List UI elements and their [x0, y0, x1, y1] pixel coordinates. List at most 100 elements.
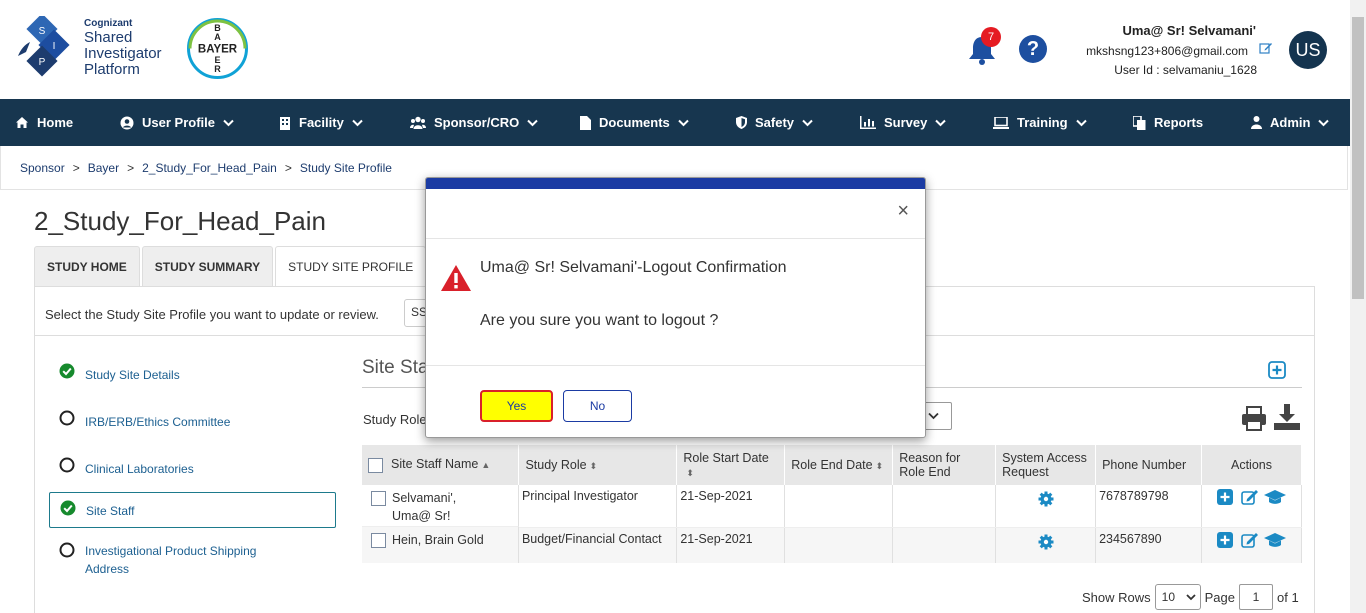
sort-icon: ⬍ [686, 467, 694, 478]
profile-sections-nav: Study Site Details IRB/ERB/Ethics Commit… [49, 351, 336, 596]
chevron-down-icon [352, 119, 363, 127]
page-title: 2_Study_For_Head_Pain [34, 206, 326, 236]
gear-icon[interactable] [1038, 491, 1054, 507]
rows-per-page-select[interactable]: 10 [1154, 584, 1201, 610]
nav-admin[interactable]: Admin [1251, 99, 1330, 146]
column-header-actions: Actions [1201, 445, 1302, 485]
cell-phone: 7678789798 [1095, 485, 1203, 528]
breadcrumb-sponsor[interactable]: Sponsor [20, 161, 65, 175]
sort-icon: ⬍ [875, 460, 884, 471]
edit-profile-icon[interactable] [1259, 41, 1273, 55]
row-checkbox[interactable] [371, 491, 386, 506]
sidebar-item-site-staff[interactable]: Site Staff [49, 492, 336, 528]
cell-access [995, 527, 1097, 563]
breadcrumb-separator: > [284, 160, 292, 175]
empty-circle-icon [59, 457, 75, 473]
nav-sponsor-cro[interactable]: Sponsor/CRO [410, 99, 538, 146]
sidebar-item-label: Site Staff [86, 504, 135, 518]
cell-role: Principal Investigator [518, 485, 678, 528]
user-id: User Id : selvamaniu_1628 [1114, 63, 1257, 77]
cell-name: Selvamani', Uma@ Sr! [362, 485, 519, 527]
breadcrumb-current: Study Site Profile [299, 160, 392, 175]
home-icon [15, 116, 29, 129]
site-staff-table: Site Staff Name ▲ Study Role ⬍ Role Start … [362, 445, 1302, 563]
platform-line-1: Shared [84, 29, 133, 46]
cell-role: Budget/Financial Contact [518, 527, 678, 563]
select-all-checkbox[interactable] [368, 457, 383, 473]
page-scrollbar[interactable] [1350, 0, 1366, 613]
nav-safety[interactable]: Safety [736, 99, 813, 146]
edit-icon[interactable] [1240, 489, 1259, 505]
column-header-access: System Access Request [995, 445, 1097, 485]
gear-icon[interactable] [1038, 534, 1054, 550]
svg-text:A: A [214, 32, 221, 42]
tab-study-home[interactable]: STUDY HOME [34, 246, 140, 287]
check-circle-icon [60, 500, 76, 516]
nav-label: Survey [884, 115, 928, 130]
copy-icon [1133, 115, 1146, 130]
dialog-title: Uma@ Sr! Selvamani'-Logout Confirmation [480, 259, 787, 276]
platform-name: Cognizant Shared Investigator Platform [84, 18, 162, 78]
bayer-text: BAYER [198, 44, 238, 56]
logout-confirmation-dialog: × Uma@ Sr! Selvamani'-Logout Confirmatio… [425, 177, 926, 438]
row-checkbox[interactable] [371, 533, 386, 548]
column-header-start[interactable]: Role Start Date ⬍ [676, 445, 786, 485]
avatar[interactable]: US [1289, 31, 1327, 69]
platform-line-2: Investigator [84, 45, 162, 62]
cell-name: Hein, Brain Gold [362, 527, 519, 563]
add-staff-icon[interactable] [1268, 361, 1286, 379]
breadcrumb-separator: > [127, 160, 135, 175]
nav-reports[interactable]: Reports [1133, 99, 1203, 146]
page-number-input[interactable]: 1 [1239, 584, 1274, 610]
user-icon [1251, 116, 1262, 129]
sidebar-item-study-site-details[interactable]: Study Site Details [49, 351, 336, 398]
sidebar-item-shipping-address[interactable]: Investigational Product Shipping Address [49, 538, 336, 596]
column-header-end[interactable]: Role End Date ⬍ [784, 445, 894, 485]
tab-study-summary[interactable]: STUDY SUMMARY [141, 246, 274, 287]
breadcrumb-study[interactable]: 2_Study_For_Head_Pain [142, 161, 277, 175]
sidebar-item-clinical-labs[interactable]: Clinical Laboratories [49, 445, 336, 492]
chevron-down-icon [935, 119, 947, 127]
cell-phone: 234567890 [1095, 527, 1203, 563]
edit-icon[interactable] [1240, 532, 1259, 548]
nav-label: Reports [1154, 115, 1204, 130]
sidebar-item-irb[interactable]: IRB/ERB/Ethics Committee [49, 398, 336, 445]
chevron-down-icon [1186, 593, 1196, 600]
sort-asc-icon: ▲ [481, 460, 491, 471]
breadcrumb-separator: > [72, 160, 80, 175]
column-header-role[interactable]: Study Role ⬍ [518, 445, 678, 485]
no-button[interactable]: No [563, 390, 632, 422]
divider [426, 238, 925, 239]
graduation-cap-icon[interactable] [1263, 489, 1286, 505]
tab-study-site-profile[interactable]: STUDY SITE PROFILE [275, 246, 427, 287]
laptop-icon [993, 116, 1009, 129]
help-icon[interactable]: ? [1019, 35, 1047, 63]
nav-user-profile[interactable]: User Profile [120, 99, 234, 146]
nav-survey[interactable]: Survey [860, 99, 947, 146]
nav-label: Safety [755, 115, 795, 130]
graduation-cap-icon[interactable] [1263, 532, 1286, 548]
nav-home[interactable]: Home [15, 99, 73, 146]
nav-documents[interactable]: Documents [580, 99, 689, 146]
close-icon[interactable]: × [897, 200, 909, 223]
nav-label: Training [1017, 115, 1068, 130]
empty-circle-icon [59, 410, 75, 426]
nav-facility[interactable]: Facility [279, 99, 363, 146]
cell-start: 21-Sep-2021 [676, 485, 786, 528]
download-icon[interactable] [1273, 403, 1301, 431]
column-header-name[interactable]: Site Staff Name ▲ [362, 445, 520, 485]
breadcrumb-bayer[interactable]: Bayer [88, 161, 119, 175]
nav-training[interactable]: Training [993, 99, 1087, 146]
dialog-message: Are you sure you want to logout ? [480, 312, 719, 329]
table-row: Hein, Brain Gold Budget/Financial Contac… [362, 527, 1302, 563]
shield-icon [736, 116, 747, 129]
sip-logo[interactable]: S I P [16, 16, 72, 80]
scrollbar-thumb[interactable] [1352, 17, 1364, 299]
add-icon[interactable] [1217, 489, 1234, 505]
add-icon[interactable] [1217, 531, 1234, 548]
print-icon[interactable] [1241, 405, 1267, 431]
chevron-down-icon [802, 119, 813, 127]
yes-button[interactable]: Yes [480, 390, 553, 422]
main-nav: Home User Profile Facility Sponsor/CRO D… [0, 99, 1350, 146]
sidebar-item-label: Study Site Details [85, 368, 180, 382]
